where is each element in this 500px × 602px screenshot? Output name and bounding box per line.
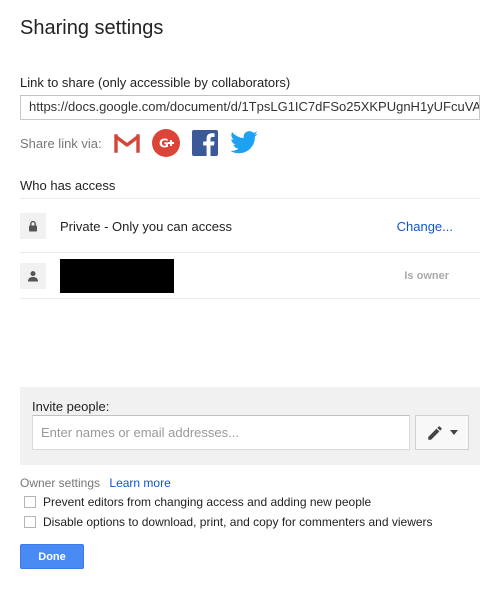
pencil-icon [428,425,442,440]
person-icon [20,263,46,289]
lock-icon [20,213,46,239]
google-plus-icon[interactable]: G [151,128,181,158]
invite-people-label: Invite people: [32,399,110,414]
option-disable-download[interactable]: Disable options to download, print, and … [24,515,433,529]
dialog-title: Sharing settings [20,17,164,39]
learn-more-link[interactable]: Learn more [109,476,170,490]
divider [20,252,480,253]
permission-dropdown-button[interactable] [415,415,469,450]
owner-name-redacted [60,259,174,293]
option-label: Disable options to download, print, and … [43,515,433,529]
who-has-access-heading: Who has access [20,178,116,193]
owner-role-label: Is owner [404,270,449,282]
owner-settings: Owner settings Learn more [20,476,171,490]
svg-text:G: G [159,137,169,151]
checkbox[interactable] [24,516,36,528]
share-via-label: Share link via: [20,135,102,151]
divider [20,198,480,199]
done-button[interactable]: Done [20,544,84,569]
checkbox[interactable] [24,496,36,508]
option-label: Prevent editors from changing access and… [43,495,372,509]
access-row-visibility: Private - Only you can access Change... [20,204,480,248]
invite-people-panel: Invite people: [20,387,480,465]
gmail-icon[interactable] [112,128,142,158]
share-link-field[interactable]: https://docs.google.com/document/d/1TpsL… [20,95,480,120]
visibility-text: Private - Only you can access [60,218,232,234]
access-row-owner: Is owner [20,254,480,298]
link-to-share-label: Link to share (only accessible by collab… [20,75,291,90]
invite-people-input[interactable] [32,415,410,450]
share-link-via: Share link via: G [20,129,268,157]
owner-settings-label: Owner settings [20,476,101,490]
twitter-icon[interactable] [229,128,259,158]
chevron-down-icon [450,430,458,435]
option-prevent-editors[interactable]: Prevent editors from changing access and… [24,495,371,509]
facebook-icon[interactable] [190,128,220,158]
divider [20,298,480,299]
change-visibility-link[interactable]: Change... [397,219,453,234]
